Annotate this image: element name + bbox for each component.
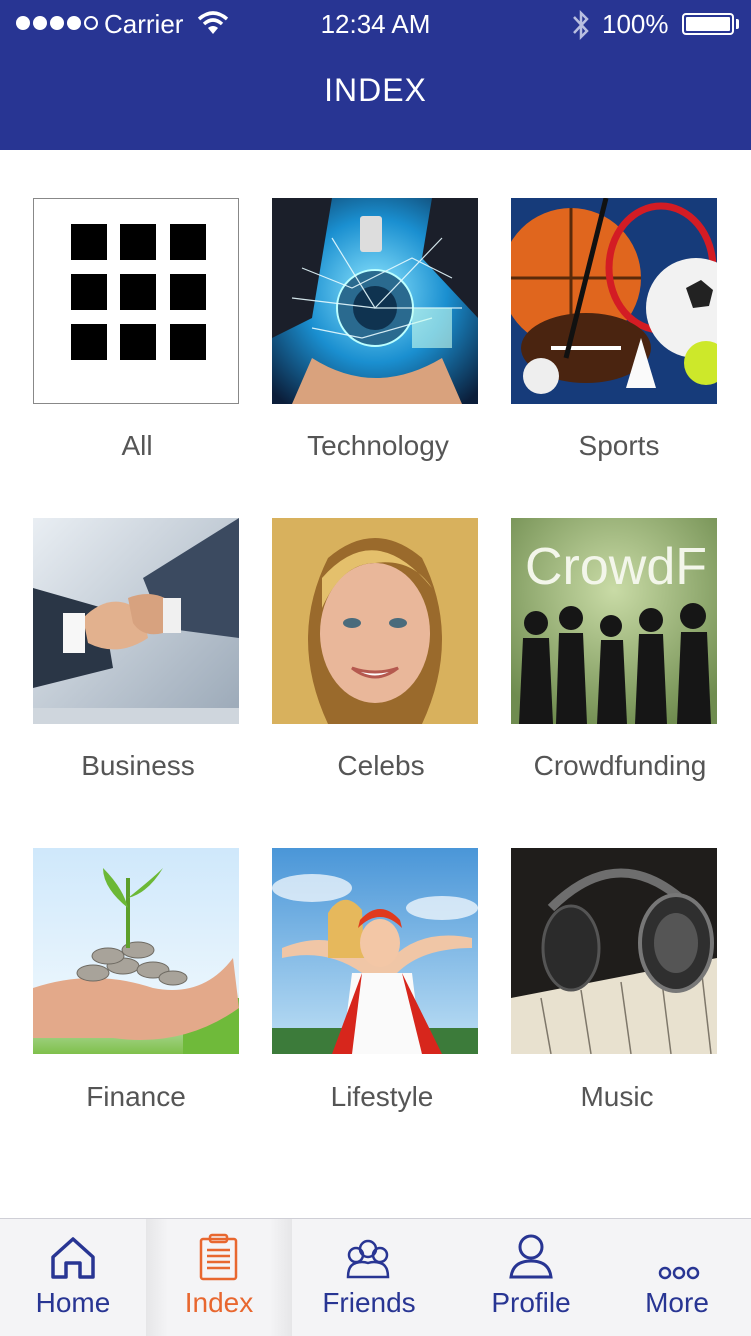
technology-image[interactable] [272,198,478,404]
profile-icon [509,1234,553,1279]
finance-image[interactable] [33,848,239,1054]
category-crowdfunding-label: Crowdfunding [533,750,707,781]
crowdfunding-image[interactable]: CrowdF [511,518,717,724]
crowdfunding-image-text: CrowdF [525,538,707,596]
page-title: INDEX [324,72,427,108]
clipboard-icon [199,1233,238,1281]
category-technology-label: Technology [307,430,449,461]
tab-index-label: Index [184,1287,254,1318]
home-icon [51,1237,95,1279]
category-music-label: Music [580,1081,654,1112]
tab-home-label: Home [35,1287,111,1318]
category-all-tile[interactable] [33,198,239,404]
business-image[interactable] [33,518,239,724]
tab-friends[interactable]: Friends [296,1219,442,1336]
category-all-label: All [121,430,153,461]
battery-icon [682,13,734,35]
lifestyle-image[interactable] [272,848,478,1054]
celebs-image[interactable] [272,518,478,724]
tab-profile-label: Profile [491,1287,571,1318]
top-header: Carrier 12:34 AM 100% INDEX [0,0,751,150]
category-finance-label: Finance [86,1081,186,1112]
friends-icon [346,1239,390,1279]
category-sports-label: Sports [578,430,660,461]
category-business-label: Business [81,750,195,781]
tab-bar: Home Index Friends Profile More [0,1218,751,1336]
battery-percent: 100% [602,9,669,39]
status-bar: Carrier 12:34 AM 100% [0,0,751,52]
tab-more-label: More [645,1287,709,1318]
category-celebs-label: Celebs [337,750,425,781]
bluetooth-icon [573,9,589,41]
music-image[interactable] [511,848,717,1054]
category-lifestyle-label: Lifestyle [330,1081,434,1112]
tab-index[interactable]: Index [146,1219,292,1336]
tab-more[interactable]: More [604,1219,750,1336]
tab-profile[interactable]: Profile [458,1219,604,1336]
more-icon [658,1266,700,1280]
tab-friends-label: Friends [322,1287,416,1318]
tab-home[interactable]: Home [0,1219,146,1336]
sports-image[interactable] [511,198,717,404]
